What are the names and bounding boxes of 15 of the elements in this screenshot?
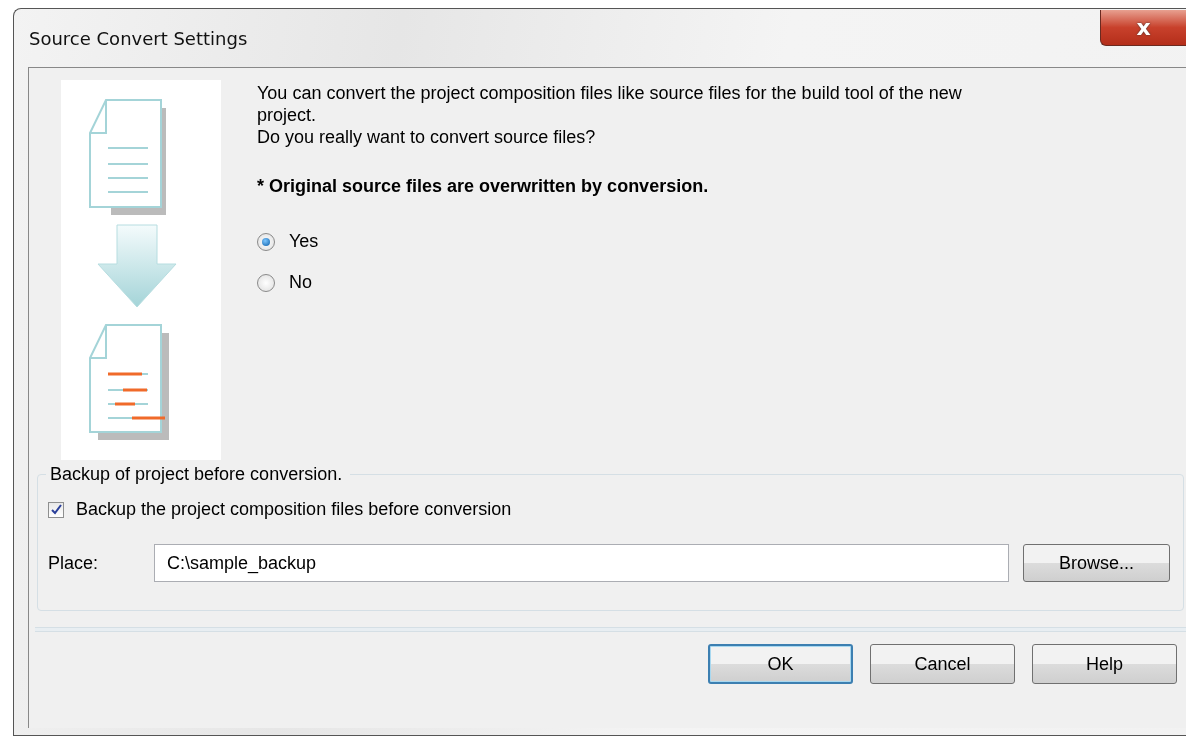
warning-text: * Original source files are overwritten by conversion. <box>257 176 710 197</box>
dialog-button[interactable]: Cancel <box>870 644 1015 684</box>
close-button[interactable]: x <box>1100 10 1186 46</box>
radio-option[interactable]: Yes <box>257 231 319 252</box>
window-title: Source Convert Settings <box>29 27 248 49</box>
group-label: Backup of project before conversion. <box>49 464 344 485</box>
dialog-button[interactable]: Help <box>1032 644 1177 684</box>
backup-checkbox[interactable]: Backup the project composition files before conversion <box>48 499 512 520</box>
message-text: Do you really want to convert source files? <box>257 126 597 148</box>
message-text: You can convert the project composition files like source files for the build tool of the new project. <box>257 82 963 126</box>
browse-button[interactable]: Browse... <box>1023 544 1170 582</box>
place-field[interactable]: C:\sample_backup <box>154 544 1009 582</box>
radio-option[interactable]: No <box>257 272 312 293</box>
place-label: Place: <box>48 552 100 574</box>
dialog-button[interactable]: OK <box>708 644 853 684</box>
